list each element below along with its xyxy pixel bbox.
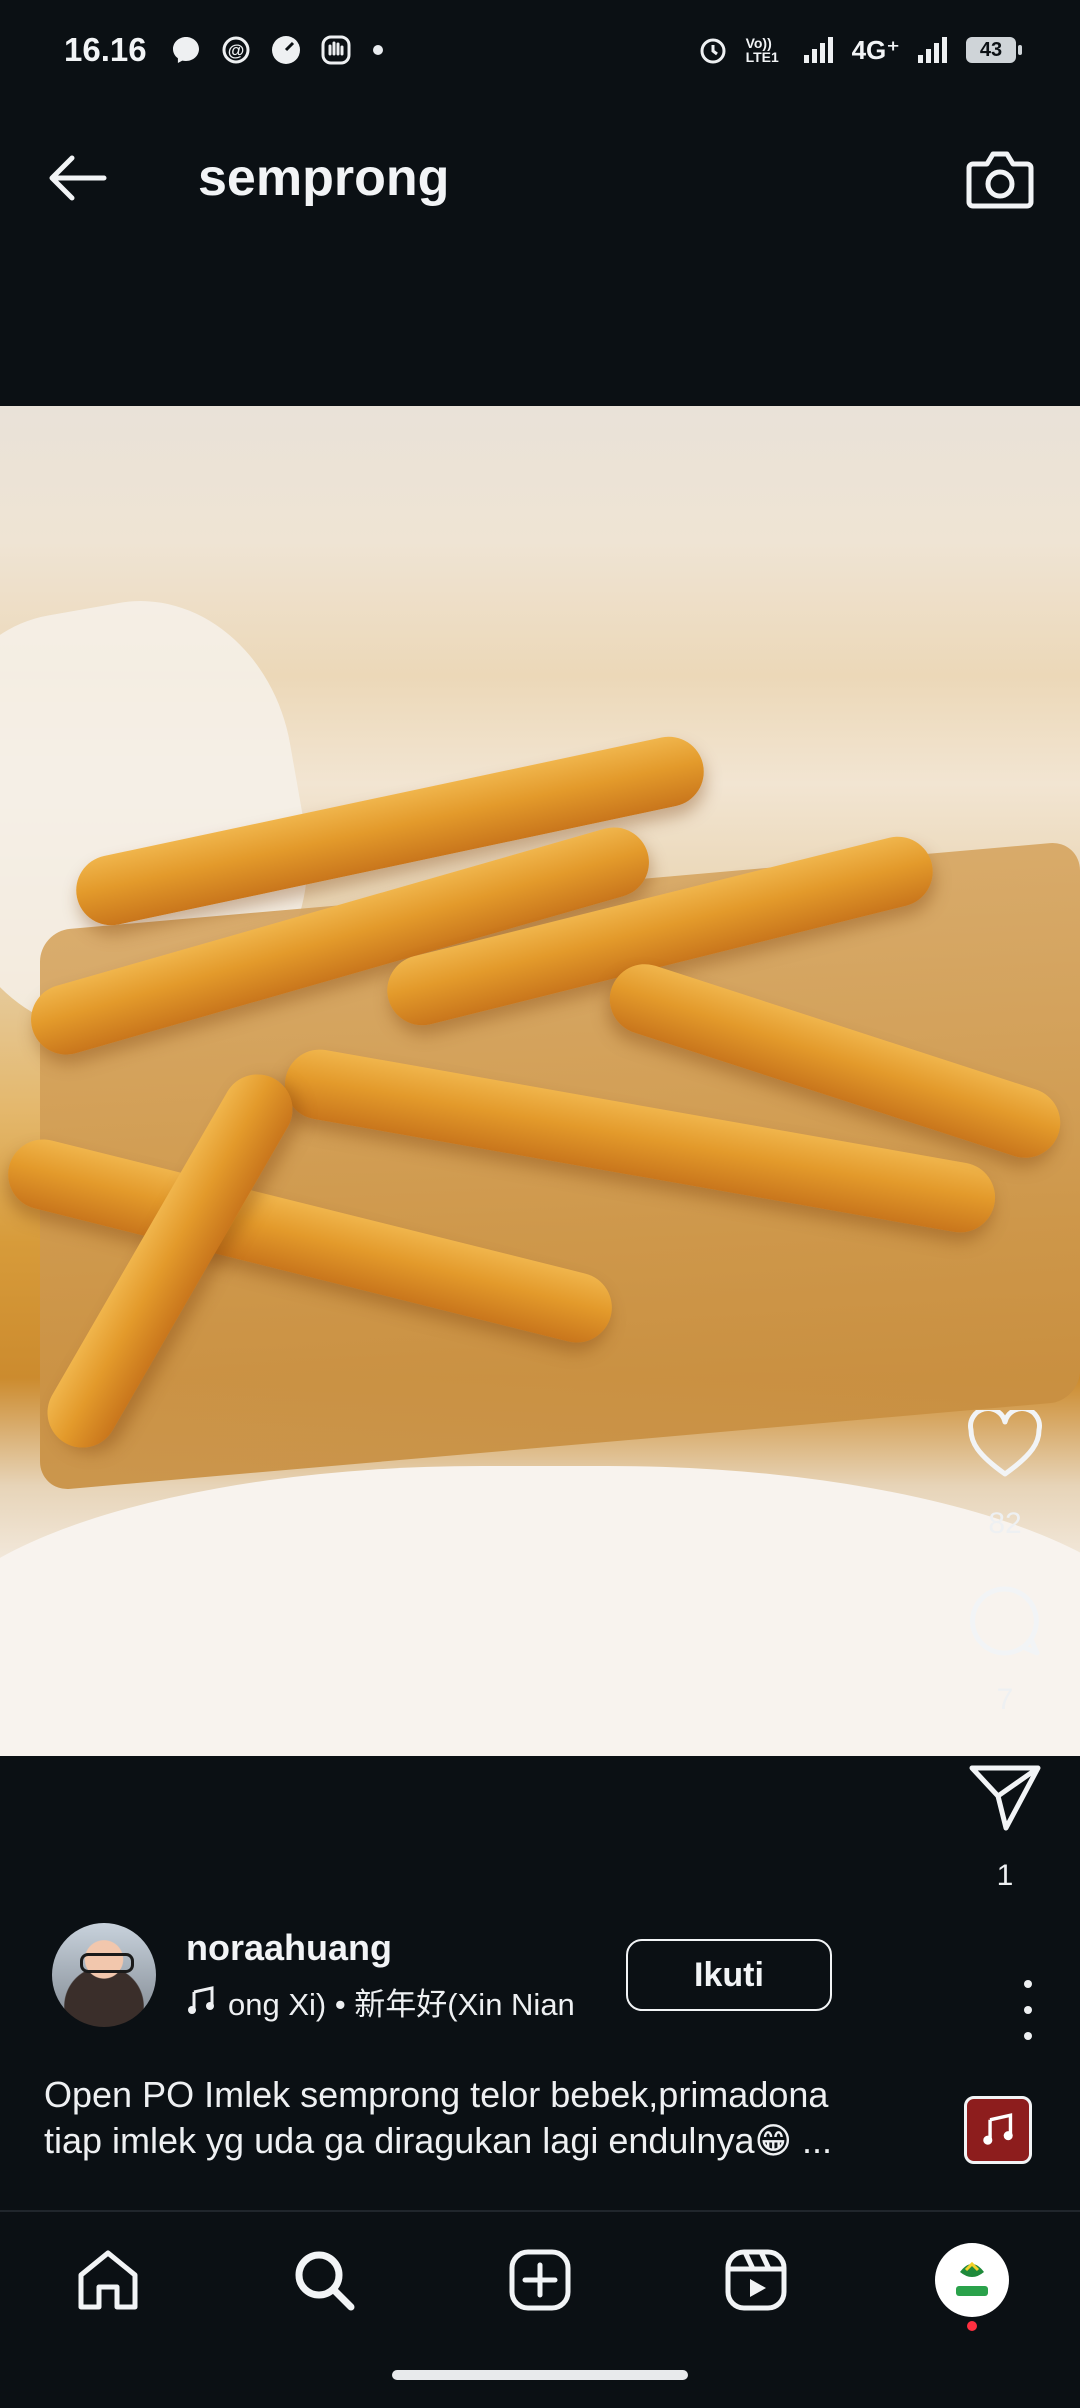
share-action: 1 — [965, 1757, 1045, 1893]
signal-2-icon — [916, 33, 950, 67]
song-info[interactable]: ong Xi) • 新年好(Xin Nian — [186, 1979, 606, 2024]
hand-icon — [319, 33, 353, 67]
status-bar: 16.16 @ Vo)) LTE1 4G⁺ 43 — [0, 0, 1080, 100]
post-caption[interactable]: Open PO Imlek semprong telor bebek,prima… — [44, 2072, 914, 2164]
home-indicator[interactable] — [392, 2370, 688, 2380]
messenger-icon — [169, 33, 203, 67]
notification-dot — [967, 2320, 977, 2331]
author-avatar[interactable] — [52, 1923, 156, 2027]
send-icon — [969, 1765, 1041, 1831]
svg-text:@: @ — [227, 41, 244, 60]
status-time: 16.16 — [64, 31, 147, 68]
search-icon — [295, 2251, 355, 2310]
like-action: 82 — [965, 1405, 1045, 1541]
reels-icon — [725, 2249, 787, 2310]
nav-reels[interactable] — [711, 2235, 801, 2325]
more-vertical-icon — [1024, 1980, 1032, 1988]
comment-button[interactable] — [965, 1581, 1045, 1661]
bottom-nav — [0, 2212, 1080, 2347]
author-name[interactable]: noraahuang — [186, 1927, 606, 1969]
audio-thumbnail[interactable] — [964, 2096, 1032, 2164]
image-cloth — [0, 1466, 1080, 1756]
threads-icon: @ — [219, 33, 253, 67]
camera-icon — [966, 151, 1034, 208]
caption-line-2: tiap imlek yg uda ga diragukan lagi endu… — [44, 2120, 833, 2161]
follow-button[interactable]: Ikuti — [626, 1939, 832, 2011]
heart-icon — [968, 1410, 1042, 1477]
share-button[interactable] — [965, 1757, 1045, 1837]
post-actions: 82 7 1 — [960, 1405, 1050, 1915]
music-note-icon — [983, 2113, 1013, 2145]
song-title: ong Xi) • 新年好(Xin Nian — [228, 1986, 575, 2022]
comment-icon — [970, 1586, 1040, 1656]
post-author-row: noraahuang ong Xi) • 新年好(Xin Nian Ikuti — [52, 1920, 952, 2030]
comment-action: 7 — [965, 1581, 1045, 1717]
page-title: semprong — [198, 148, 450, 207]
profile-avatar — [935, 2242, 1009, 2331]
network-type: 4G⁺ — [851, 34, 900, 65]
camera-button[interactable] — [964, 142, 1036, 214]
top-bar: semprong — [0, 100, 1080, 255]
home-icon — [78, 2250, 138, 2309]
profile-logo-icon — [944, 2251, 1000, 2308]
share-count: 1 — [996, 1859, 1014, 1892]
volte-indicator: Vo)) LTE1 — [745, 35, 779, 65]
more-options-button[interactable] — [1018, 1980, 1038, 2040]
add-square-icon — [509, 2249, 571, 2310]
nav-search[interactable] — [279, 2235, 369, 2325]
like-count: 82 — [988, 1507, 1022, 1540]
arrow-left-icon — [49, 155, 107, 200]
comment-count: 7 — [996, 1683, 1014, 1716]
music-note-icon — [188, 1986, 214, 2014]
back-button[interactable] — [44, 145, 110, 211]
notification-dot-icon — [372, 45, 383, 55]
nav-home[interactable] — [63, 2235, 153, 2325]
speedometer-icon — [269, 33, 303, 67]
battery-indicator: 43 — [966, 37, 1022, 63]
alarm-icon — [696, 33, 730, 67]
nav-profile[interactable] — [927, 2235, 1017, 2331]
nav-create[interactable] — [495, 2235, 585, 2325]
caption-line-1: Open PO Imlek semprong telor bebek,prima… — [44, 2074, 829, 2115]
post-image[interactable] — [0, 406, 1080, 1756]
like-button[interactable] — [965, 1405, 1045, 1485]
author-meta: noraahuang ong Xi) • 新年好(Xin Nian — [186, 1927, 606, 2024]
signal-icon — [802, 33, 836, 67]
